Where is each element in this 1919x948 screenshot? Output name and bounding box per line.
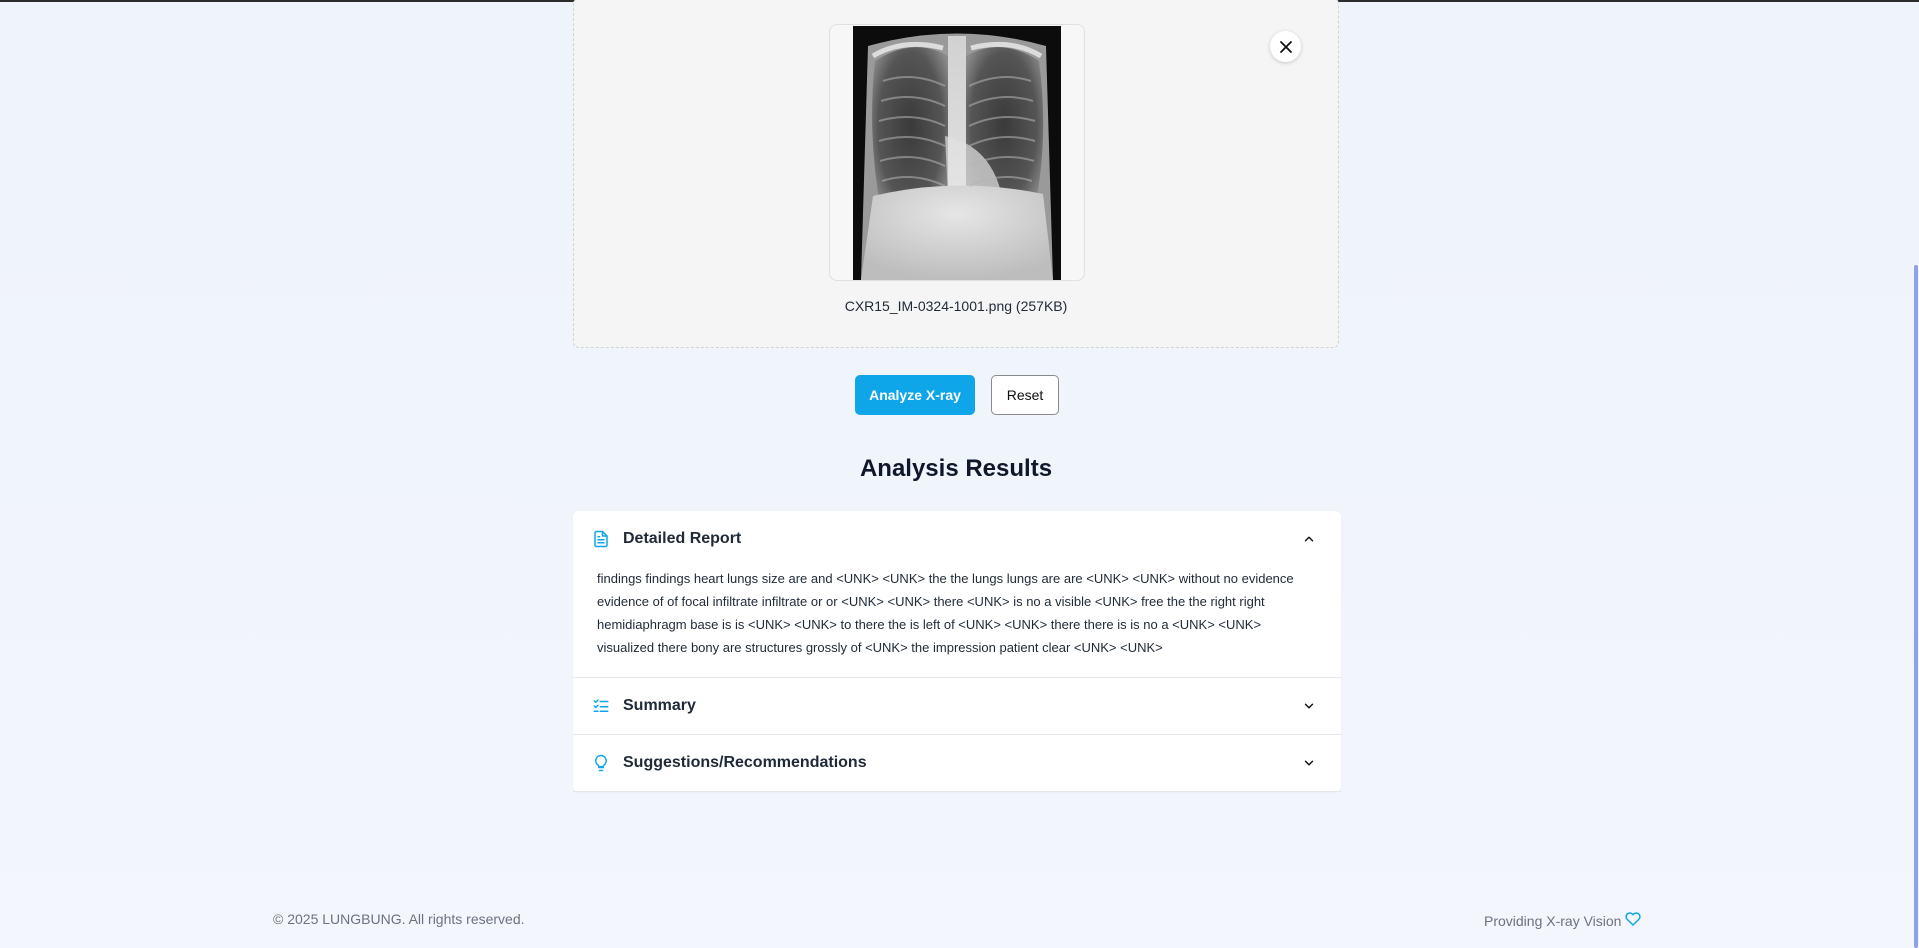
document-icon	[591, 529, 611, 549]
chevron-up-icon[interactable]	[1301, 531, 1317, 547]
reset-button[interactable]: Reset	[991, 375, 1059, 415]
lightbulb-icon	[591, 753, 611, 773]
accordion-title: Suggestions/Recommendations	[623, 754, 867, 771]
accordion-header-suggestions[interactable]: Suggestions/Recommendations	[573, 735, 1341, 791]
page-scrollbar[interactable]	[1912, 0, 1919, 948]
remove-image-button[interactable]	[1270, 31, 1301, 62]
chevron-down-icon[interactable]	[1301, 755, 1317, 771]
footer-copyright: © 2025 LUNGBUNG. All rights reserved.	[273, 911, 525, 927]
heart-icon	[1625, 911, 1642, 930]
uploaded-file-name: CXR15_IM-0324-1001.png (257KB)	[844, 298, 1068, 314]
footer-tagline-text: Providing X-ray Vision	[1484, 912, 1622, 929]
checklist-icon	[591, 696, 611, 716]
accordion-title: Detailed Report	[623, 530, 742, 547]
detailed-report-text: findings findings heart lungs size are a…	[597, 571, 1294, 655]
chevron-down-icon[interactable]	[1301, 698, 1317, 714]
accordion-header-detailed-report[interactable]: Detailed Report	[573, 511, 1341, 567]
analyze-xray-button[interactable]: Analyze X-ray	[855, 375, 975, 415]
accordion-title: Summary	[623, 697, 696, 714]
accordion-header-summary[interactable]: Summary	[573, 678, 1341, 734]
scrollbar-thumb[interactable]	[1914, 265, 1918, 948]
xray-preview-image	[853, 26, 1061, 280]
divider	[573, 791, 1341, 792]
results-accordion: Detailed Report findings findings heart …	[573, 511, 1341, 792]
close-icon	[1279, 40, 1292, 53]
analysis-results-heading: Analysis Results	[859, 455, 1053, 482]
footer-tagline: Providing X-ray Vision	[1484, 911, 1642, 930]
